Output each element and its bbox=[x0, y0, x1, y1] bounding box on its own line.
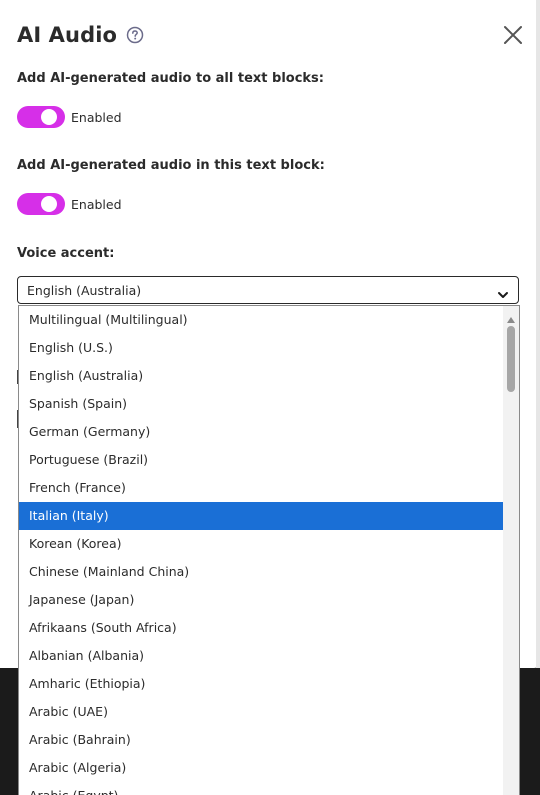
dropdown-option[interactable]: Arabic (Algeria) bbox=[19, 754, 503, 782]
dropdown-option[interactable]: French (France) bbox=[19, 474, 503, 502]
dropdown-option[interactable]: Korean (Korea) bbox=[19, 530, 503, 558]
dropdown-option[interactable]: Multilingual (Multilingual) bbox=[19, 306, 503, 334]
dropdown-scrollbar[interactable] bbox=[503, 306, 519, 795]
scroll-up-arrow-icon[interactable] bbox=[506, 309, 516, 323]
dropdown-option[interactable]: Portuguese (Brazil) bbox=[19, 446, 503, 474]
close-icon[interactable] bbox=[500, 22, 526, 48]
dropdown-option[interactable]: Arabic (UAE) bbox=[19, 698, 503, 726]
dialog-edge bbox=[536, 0, 540, 668]
voice-accent-select[interactable]: English (Australia) bbox=[17, 276, 519, 304]
dropdown-option[interactable]: English (Australia) bbox=[19, 362, 503, 390]
help-icon[interactable] bbox=[126, 26, 144, 44]
dialog-title: AI Audio bbox=[17, 23, 118, 47]
voice-accent-selected-value: English (Australia) bbox=[27, 283, 142, 298]
all-blocks-label: Add AI-generated audio to all text block… bbox=[17, 71, 324, 86]
dropdown-option[interactable]: Arabic (Egypt) bbox=[19, 782, 503, 795]
dropdown-option[interactable]: Amharic (Ethiopia) bbox=[19, 670, 503, 698]
chevron-down-icon bbox=[497, 285, 509, 298]
this-block-toggle[interactable] bbox=[17, 193, 65, 215]
dropdown-option[interactable]: German (Germany) bbox=[19, 418, 503, 446]
dropdown-option[interactable]: Japanese (Japan) bbox=[19, 586, 503, 614]
dropdown-option[interactable]: Italian (Italy) bbox=[19, 502, 503, 530]
voice-accent-label: Voice accent: bbox=[17, 246, 115, 261]
dialog-header: AI Audio bbox=[17, 18, 144, 52]
voice-accent-options: Multilingual (Multilingual) English (U.S.… bbox=[19, 306, 503, 795]
scrollbar-thumb[interactable] bbox=[507, 326, 515, 392]
all-blocks-toggle-row: Enabled bbox=[17, 106, 122, 128]
toggle-knob bbox=[41, 109, 57, 125]
dropdown-option[interactable]: English (U.S.) bbox=[19, 334, 503, 362]
this-block-status: Enabled bbox=[71, 196, 122, 212]
dropdown-option[interactable]: Spanish (Spain) bbox=[19, 390, 503, 418]
this-block-label: Add AI-generated audio in this text bloc… bbox=[17, 158, 325, 173]
toggle-knob bbox=[41, 196, 57, 212]
all-blocks-toggle[interactable] bbox=[17, 106, 65, 128]
dropdown-option[interactable]: Chinese (Mainland China) bbox=[19, 558, 503, 586]
dropdown-option[interactable]: Albanian (Albania) bbox=[19, 642, 503, 670]
dropdown-option[interactable]: Afrikaans (South Africa) bbox=[19, 614, 503, 642]
all-blocks-status: Enabled bbox=[71, 109, 122, 125]
dropdown-option[interactable]: Arabic (Bahrain) bbox=[19, 726, 503, 754]
voice-accent-dropdown-list: Multilingual (Multilingual) English (U.S.… bbox=[18, 305, 520, 795]
this-block-toggle-row: Enabled bbox=[17, 193, 122, 215]
